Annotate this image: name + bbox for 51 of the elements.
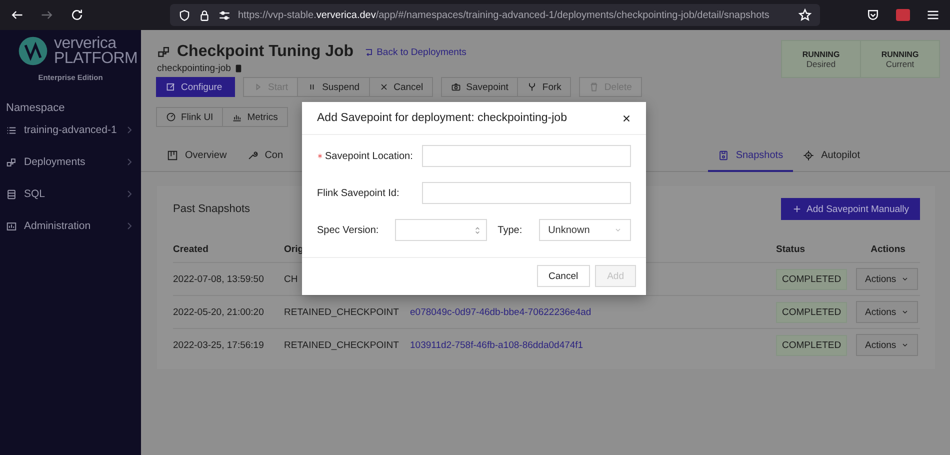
section-title: Past Snapshots xyxy=(173,203,250,215)
column-header: Status xyxy=(776,242,806,256)
action-button[interactable]: Cancel xyxy=(368,77,434,97)
actions-dropdown[interactable]: Actions xyxy=(856,301,918,323)
link-button[interactable]: Flink UI xyxy=(156,107,224,127)
back-link[interactable]: Back to Deployments xyxy=(364,46,466,58)
table-cell: 2022-05-20, 21:00:20 xyxy=(173,306,264,318)
sidebar-item[interactable]: training-advanced-1 xyxy=(0,114,141,146)
table-cell: 2022-07-08, 13:59:50 xyxy=(173,274,264,284)
tab[interactable]: Snapshots xyxy=(708,141,794,172)
field-label: Type: xyxy=(498,224,522,236)
action-button[interactable]: Fork xyxy=(517,77,572,97)
logo-subtext: PLATFORM xyxy=(54,51,138,66)
status-badge: COMPLETED xyxy=(776,302,848,322)
sidebar-item[interactable]: Administration xyxy=(0,210,141,242)
link-button[interactable]: Metrics xyxy=(222,107,288,127)
snapshot-link[interactable]: e078049c-0d97-46db-bbe4-70622236e4ad xyxy=(410,306,592,318)
column-header: Actions xyxy=(870,242,906,256)
table-cell: CH xyxy=(284,274,298,284)
field-label: Spec Version: xyxy=(317,224,379,236)
sidebar-item[interactable]: SQL xyxy=(0,178,141,210)
tab[interactable]: Overview xyxy=(157,141,237,172)
status-label: Desired xyxy=(806,58,836,68)
table-cell: RETAINED_CHECKPOINT xyxy=(284,340,399,350)
status-badge: COMPLETED xyxy=(776,334,848,356)
status-value: RUNNING xyxy=(881,50,919,58)
logo-text: ververica xyxy=(54,36,116,51)
actions-dropdown[interactable]: Actions xyxy=(856,334,918,356)
action-button[interactable]: Configure xyxy=(156,77,235,97)
status-badge: COMPLETED xyxy=(776,268,848,290)
section-label: Namespace xyxy=(5,101,66,114)
sidebar-item[interactable]: Deployments xyxy=(0,146,141,178)
deployment-name: checkpointing-job xyxy=(157,63,231,74)
table-cell: RETAINED_CHECKPOINT xyxy=(284,306,399,318)
status-label: Current xyxy=(886,58,914,68)
dialog-button[interactable]: Cancel xyxy=(536,265,590,287)
snapshot-link[interactable]: 103911d2-758f-46fb-a108-86dda0d474f1 xyxy=(410,340,584,350)
tab[interactable]: Autopilot xyxy=(793,141,870,172)
action-button[interactable]: Savepoint xyxy=(441,77,518,97)
column-header: Created xyxy=(173,242,210,256)
add-savepoint-button[interactable]: Add Savepoint Manually xyxy=(780,198,920,220)
field-label: Savepoint Location: xyxy=(325,150,413,162)
dialog-title: Add Savepoint for deployment: checkpointing-job xyxy=(317,112,567,124)
table-cell: 2022-03-25, 17:56:19 xyxy=(173,340,264,350)
action-button[interactable]: Suspend xyxy=(297,77,370,97)
tab[interactable]: Con xyxy=(236,141,294,172)
status-value: RUNNING xyxy=(802,50,840,58)
page-title: Checkpoint Tuning Job xyxy=(177,43,354,61)
actions-dropdown[interactable]: Actions xyxy=(856,268,918,290)
field-label: Flink Savepoint Id: xyxy=(317,188,400,198)
type-dropdown[interactable]: Unknown xyxy=(539,219,631,241)
